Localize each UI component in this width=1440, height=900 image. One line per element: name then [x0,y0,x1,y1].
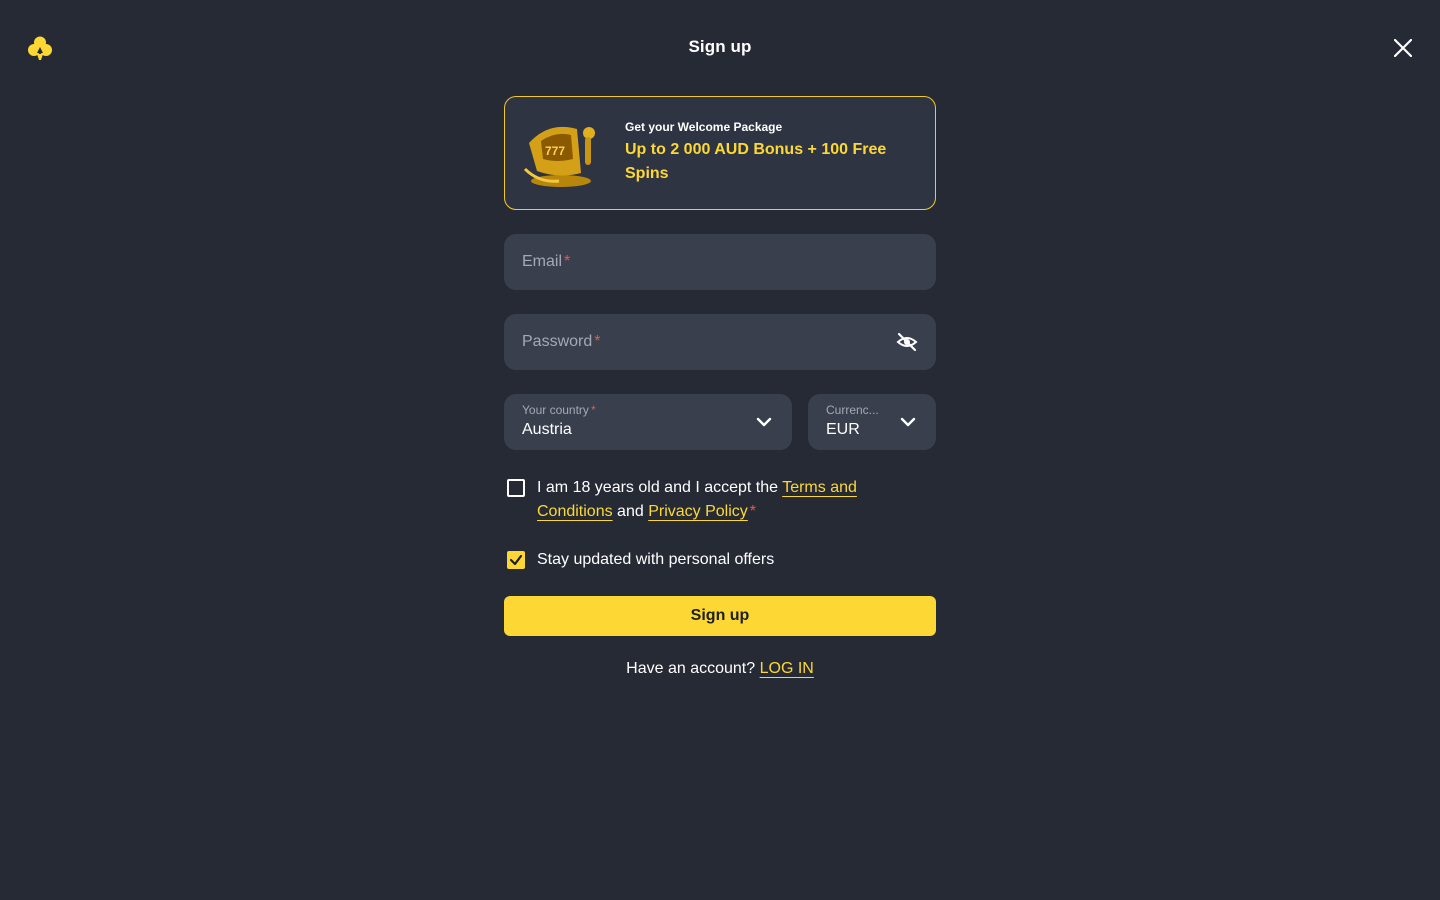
terms-checkbox[interactable] [507,479,525,497]
terms-row: I am 18 years old and I accept the Terms… [504,476,936,524]
slot-machine-icon: 777 [519,113,605,193]
signup-page: Sign up 777 Get your Welcome Package Up … [0,0,1440,900]
required-mark: * [594,333,601,350]
signup-form: 777 Get your Welcome Package Up to 2 000… [504,96,936,678]
offers-row: Stay updated with personal offers [504,548,936,572]
country-value: Austria [522,421,572,438]
password-label: Password [522,333,593,350]
currency-select[interactable]: Currenc... EUR [808,394,936,450]
email-field[interactable]: Email * [504,234,936,290]
chevron-down-icon [900,414,916,430]
terms-text: I am 18 years old and I accept the Terms… [537,479,857,520]
signup-button[interactable]: Sign up [504,596,936,636]
check-icon [509,554,523,566]
svg-text:777: 777 [545,144,565,158]
country-currency-row: Your country * Austria Currenc... EUR [504,394,936,450]
offers-checkbox[interactable] [507,551,525,569]
eye-off-icon[interactable] [896,331,918,353]
required-mark: * [749,503,757,520]
required-mark: * [564,253,571,270]
close-icon[interactable] [1392,37,1414,59]
country-select[interactable]: Your country * Austria [504,394,792,450]
promo-heading: Get your Welcome Package [625,120,783,134]
country-label: Your country * [522,403,596,417]
promo-offer: Up to 2 000 AUD Bonus + 100 Free Spins [625,141,887,182]
login-prompt: Have an account? LOG IN [626,660,814,677]
page-title: Sign up [688,37,752,56]
chevron-down-icon [756,414,772,430]
offers-text: Stay updated with personal offers [537,551,775,568]
login-link[interactable]: LOG IN [760,660,814,677]
email-label: Email [522,253,563,270]
welcome-package-banner: 777 Get your Welcome Package Up to 2 000… [504,96,936,210]
privacy-link[interactable]: Privacy Policy [648,503,748,520]
promo-text: Get your Welcome Package Up to 2 000 AUD… [625,120,915,186]
password-field[interactable]: Password * [504,314,936,370]
